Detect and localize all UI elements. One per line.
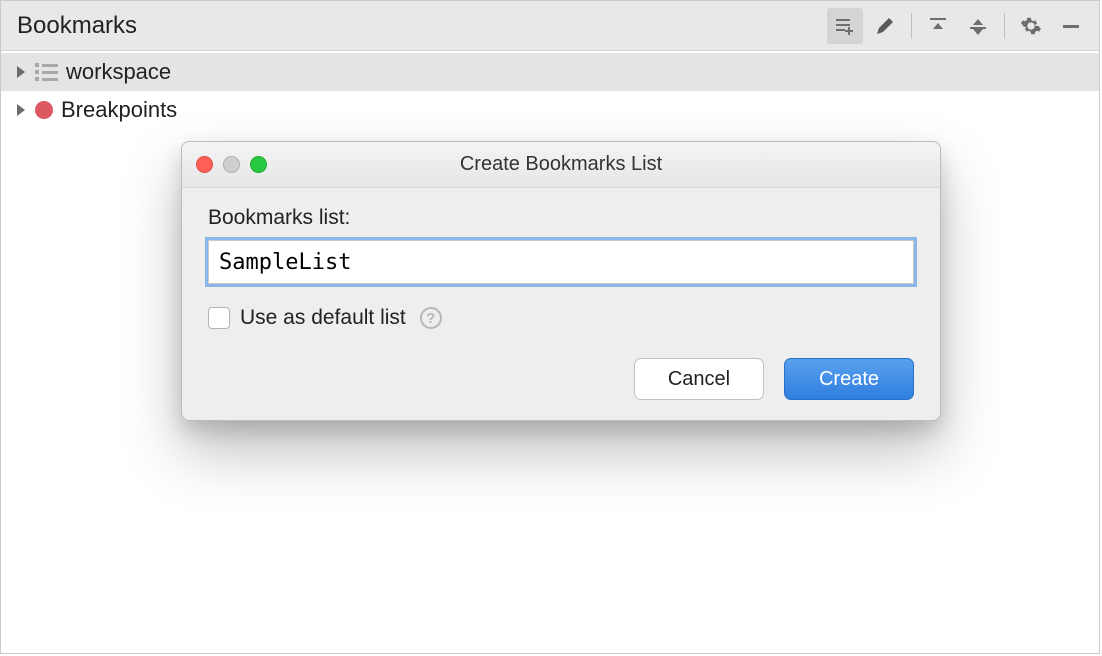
dialog-titlebar[interactable]: Create Bookmarks List [182, 142, 940, 188]
tree-item-breakpoints[interactable]: Breakpoints [1, 91, 1099, 129]
panel-title: Bookmarks [17, 12, 137, 40]
list-icon [35, 63, 58, 81]
collapse-all-icon [967, 15, 989, 37]
chevron-right-icon [17, 104, 25, 116]
create-bookmarks-list-dialog: Create Bookmarks List Bookmarks list: Us… [181, 141, 941, 421]
pencil-icon [874, 15, 896, 37]
panel-header: Bookmarks [1, 1, 1099, 51]
default-list-row: Use as default list ? [208, 306, 914, 330]
bookmarks-list-label: Bookmarks list: [208, 206, 914, 230]
help-icon[interactable]: ? [420, 307, 442, 329]
traffic-lights [196, 156, 267, 173]
dialog-button-row: Cancel Create [208, 358, 914, 400]
list-add-icon [834, 15, 856, 37]
bookmarks-list-input[interactable] [208, 240, 914, 284]
expand-all-icon [927, 15, 949, 37]
minimize-icon [1060, 15, 1082, 37]
settings-button[interactable] [1013, 8, 1049, 44]
minimize-window-icon [223, 156, 240, 173]
tree-item-label: Breakpoints [61, 97, 177, 123]
gear-icon [1020, 15, 1042, 37]
panel-toolbar [827, 8, 1089, 44]
zoom-icon[interactable] [250, 156, 267, 173]
collapse-all-button[interactable] [960, 8, 996, 44]
expand-all-button[interactable] [920, 8, 956, 44]
toolbar-separator [911, 13, 912, 39]
bookmarks-panel: Bookmarks [0, 0, 1100, 654]
tree-item-workspace[interactable]: workspace [1, 53, 1099, 91]
use-as-default-checkbox[interactable] [208, 307, 230, 329]
toolbar-separator [1004, 13, 1005, 39]
close-icon[interactable] [196, 156, 213, 173]
chevron-right-icon [17, 66, 25, 78]
bookmarks-tree[interactable]: workspace Breakpoints [1, 51, 1099, 129]
edit-button[interactable] [867, 8, 903, 44]
use-as-default-label: Use as default list [240, 306, 406, 330]
dialog-title: Create Bookmarks List [460, 153, 662, 176]
new-list-button[interactable] [827, 8, 863, 44]
tree-item-label: workspace [66, 59, 171, 85]
dialog-body: Bookmarks list: Use as default list ? Ca… [182, 188, 940, 420]
cancel-button[interactable]: Cancel [634, 358, 764, 400]
create-button[interactable]: Create [784, 358, 914, 400]
breakpoint-icon [35, 101, 53, 119]
minimize-button[interactable] [1053, 8, 1089, 44]
